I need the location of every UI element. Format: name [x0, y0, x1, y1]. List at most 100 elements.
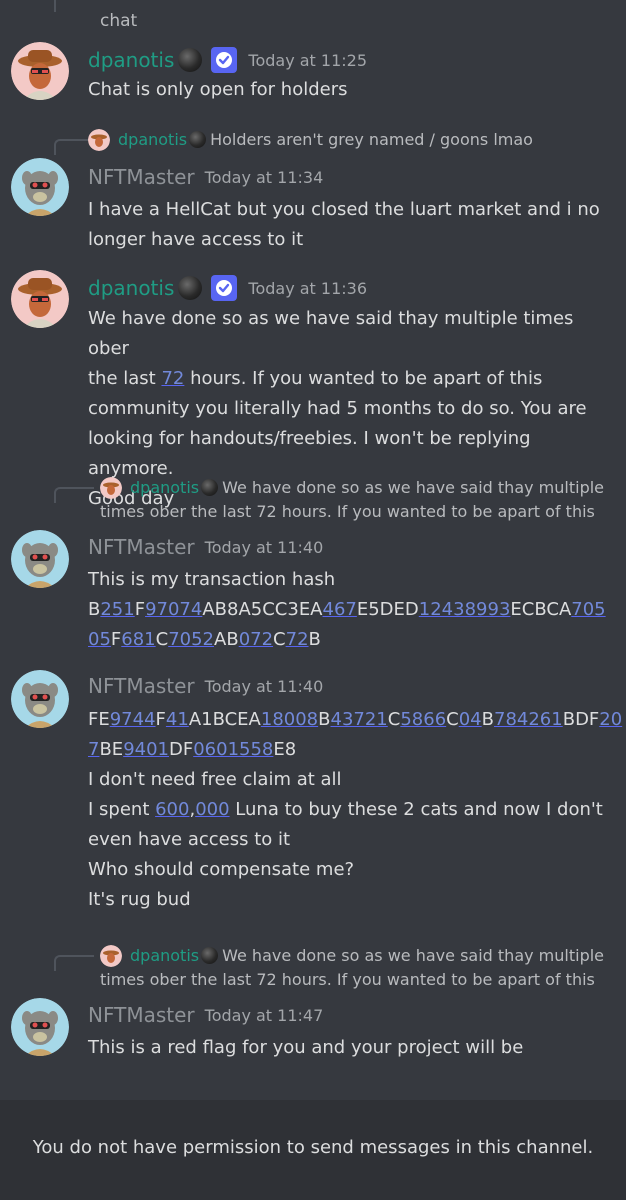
- hash-part: FE: [88, 709, 110, 730]
- number-link[interactable]: 467: [323, 599, 357, 620]
- timestamp[interactable]: Today at 11:36: [248, 279, 367, 298]
- role-orb-icon: [201, 947, 219, 964]
- message-line: This is my transaction hash: [88, 569, 336, 590]
- message-line: We have done so as we have said thay mul…: [88, 308, 574, 359]
- message-line: even have access to it: [88, 829, 291, 850]
- hash-part: F: [134, 599, 146, 620]
- message-content: This is my transaction hash B251F97074AB…: [88, 565, 618, 655]
- text-span: hours. If you wanted to be apart of this: [184, 368, 543, 389]
- number-link[interactable]: 20: [599, 709, 622, 730]
- message-line: Who should compensate me?: [88, 859, 355, 880]
- number-link[interactable]: 705: [571, 599, 605, 620]
- reply-content: times ober the last 72 hours. If you wan…: [100, 502, 595, 521]
- avatar[interactable]: [11, 270, 69, 328]
- avatar[interactable]: [11, 530, 69, 588]
- hash-part: BDF: [562, 709, 600, 730]
- hash-part: B: [308, 629, 321, 650]
- hash-part: F: [155, 709, 166, 730]
- number-link[interactable]: 18008: [261, 709, 318, 730]
- reply-author: dpanotis: [118, 130, 188, 149]
- message-line: community you literally had 5 months to …: [88, 398, 587, 419]
- author-name[interactable]: NFTMaster: [88, 1003, 195, 1027]
- reply-author: dpanotis: [130, 478, 200, 497]
- message-line: looking for handouts/freebies. I won't b…: [88, 428, 531, 479]
- message-content: I have a HellCat but you closed the luar…: [88, 195, 618, 255]
- hash-line: 7BE9401DF0601558E8: [88, 735, 618, 765]
- number-link[interactable]: 41: [166, 709, 189, 730]
- number-link[interactable]: 72: [161, 368, 184, 389]
- author-name[interactable]: NFTMaster: [88, 535, 195, 559]
- message-line: It's rug bud: [88, 889, 191, 910]
- timestamp[interactable]: Today at 11:25: [248, 51, 367, 70]
- role-orb-icon: [201, 479, 219, 496]
- number-link[interactable]: 7: [88, 739, 99, 760]
- number-link[interactable]: 04: [459, 709, 482, 730]
- number-link[interactable]: 05: [88, 629, 111, 650]
- hash-part: C: [273, 629, 286, 650]
- role-orb-icon: [189, 131, 207, 148]
- author-name[interactable]: NFTMaster: [88, 674, 195, 698]
- number-link[interactable]: 681: [121, 629, 155, 650]
- number-link[interactable]: 600: [155, 799, 189, 820]
- message-content: This is a red flag for you and your proj…: [88, 1033, 618, 1063]
- number-link[interactable]: 251: [100, 599, 134, 620]
- message-line: I spent 600,000 Luna to buy these 2 cats…: [88, 795, 618, 825]
- hash-part: B: [481, 709, 494, 730]
- timestamp[interactable]: Today at 11:40: [205, 538, 324, 557]
- top-reply-text: chat: [100, 11, 138, 31]
- number-link[interactable]: 0601558: [193, 739, 273, 760]
- hash-part: A1BCEA: [188, 709, 261, 730]
- number-link[interactable]: 9401: [123, 739, 169, 760]
- number-link[interactable]: 000: [195, 799, 229, 820]
- role-orb-icon: [178, 48, 203, 72]
- hash-part: C: [387, 709, 401, 730]
- text-span: I spent: [88, 799, 156, 820]
- hash-part: E5DED: [356, 599, 419, 620]
- reply-content: times ober the last 72 hours. If you wan…: [100, 970, 595, 989]
- reply-text: dpanotis We have done so as we have said …: [100, 476, 620, 524]
- message-line: Chat is only open for holders: [88, 79, 348, 100]
- author-name[interactable]: dpanotis: [88, 276, 174, 300]
- message-line: longer have access to it: [88, 229, 304, 250]
- avatar[interactable]: [11, 670, 69, 728]
- message-line: I have a HellCat but you closed the luar…: [88, 199, 600, 220]
- timestamp[interactable]: Today at 11:34: [205, 168, 324, 187]
- author-name[interactable]: NFTMaster: [88, 165, 195, 189]
- avatar[interactable]: [11, 158, 69, 216]
- timestamp[interactable]: Today at 11:47: [205, 1006, 324, 1025]
- reply-content: We have done so as we have said thay mul…: [222, 478, 605, 497]
- number-link[interactable]: 7052: [168, 629, 214, 650]
- avatar[interactable]: [11, 998, 69, 1056]
- hash-part: E8: [273, 739, 297, 760]
- permission-bar: You do not have permission to send messa…: [0, 1100, 626, 1200]
- reply-elbow: [54, 487, 94, 503]
- text-span: the last: [88, 368, 162, 389]
- author-name[interactable]: dpanotis: [88, 48, 174, 72]
- number-link[interactable]: 072: [239, 629, 273, 650]
- hash-line: B251F97074AB8A5CC3EA467E5DED12438993ECBC…: [88, 595, 618, 625]
- number-link[interactable]: 784261: [494, 709, 563, 730]
- hash-part: AB8A5CC3EA: [202, 599, 323, 620]
- reply-avatar: [88, 129, 110, 151]
- hash-part: B: [88, 599, 101, 620]
- hash-part: C: [446, 709, 459, 730]
- reply-spine: [54, 0, 56, 12]
- number-link[interactable]: 97074: [145, 599, 202, 620]
- hash-line: FE9744F41A1BCEA18008B43721C5866C04B78426…: [88, 705, 622, 735]
- hash-part: B: [318, 709, 331, 730]
- hash-part: C: [155, 629, 169, 650]
- number-link[interactable]: 5866: [400, 709, 446, 730]
- reply-text: dpanotis We have done so as we have said …: [100, 944, 620, 992]
- reply-content: Holders aren't grey named / goons lmao: [210, 130, 533, 149]
- number-link[interactable]: 12438993: [419, 599, 511, 620]
- verified-badge-icon: [210, 46, 238, 74]
- timestamp[interactable]: Today at 11:40: [205, 677, 324, 696]
- number-link[interactable]: 43721: [331, 709, 388, 730]
- number-link[interactable]: 72: [286, 629, 309, 650]
- message-content: FE9744F41A1BCEA18008B43721C5866C04B78426…: [88, 705, 622, 915]
- message-content: Chat is only open for holders: [88, 75, 618, 105]
- hash-line: 05F681C7052AB072C72B: [88, 625, 618, 655]
- message-line: This is a red flag for you and your proj…: [88, 1037, 524, 1058]
- number-link[interactable]: 9744: [110, 709, 156, 730]
- avatar[interactable]: [11, 42, 69, 100]
